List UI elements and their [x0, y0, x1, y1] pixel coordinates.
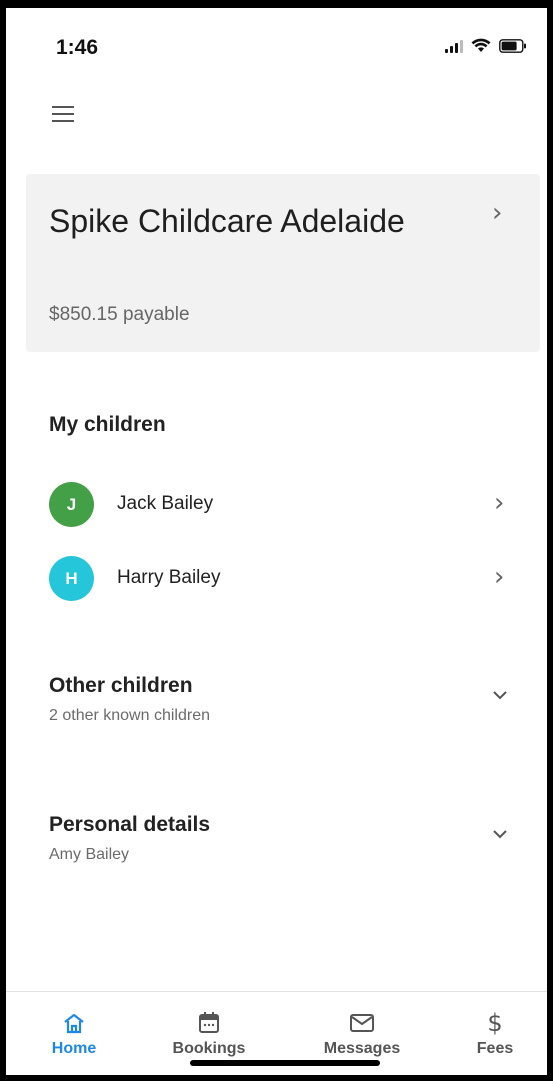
dollar-icon: $ [487, 1009, 503, 1037]
nav-label: Fees [476, 1040, 514, 1057]
centre-name: Spike Childcare Adelaide [49, 203, 405, 239]
other-children-section[interactable]: Other children 2 other known children [6, 672, 547, 742]
chevron-right-icon: › [494, 562, 505, 592]
nav-fees[interactable]: $ Fees [470, 992, 520, 1075]
personal-details-name: Amy Bailey [49, 846, 130, 863]
other-children-count: 2 other known children [49, 707, 210, 724]
calendar-icon [198, 1010, 220, 1036]
mail-icon [349, 1010, 375, 1036]
personal-details-section[interactable]: Personal details Amy Bailey [6, 811, 547, 881]
menu-button[interactable] [52, 104, 76, 124]
app-screen: 1:46 Spike Childcare Adelaide $850.15 pa [6, 8, 547, 1075]
status-icons [445, 38, 527, 53]
home-icon [62, 1010, 86, 1036]
battery-icon [499, 38, 526, 53]
payable-amount: $850.15 payable [49, 304, 190, 325]
personal-details-heading: Personal details [49, 813, 211, 836]
chevron-right-icon: › [494, 488, 505, 518]
wifi-icon [471, 38, 491, 52]
child-row-jack[interactable]: J Jack Bailey › [6, 482, 547, 542]
status-bar: 1:46 [6, 8, 547, 78]
avatar: J [49, 482, 94, 527]
nav-home[interactable]: Home [44, 992, 104, 1075]
other-children-heading: Other children [49, 674, 193, 697]
my-children-heading: My children [49, 413, 166, 436]
cellular-signal-icon [445, 39, 463, 53]
chevron-down-icon [493, 691, 507, 700]
nav-label: Messages [323, 1040, 401, 1057]
child-name: Harry Bailey [117, 567, 221, 588]
nav-label: Bookings [172, 1040, 246, 1057]
nav-label: Home [51, 1040, 97, 1057]
chevron-down-icon [493, 830, 507, 839]
child-row-harry[interactable]: H Harry Bailey › [6, 556, 547, 616]
centre-card[interactable]: Spike Childcare Adelaide $850.15 payable… [26, 174, 540, 352]
home-indicator [190, 1060, 380, 1066]
chevron-right-icon: › [492, 198, 503, 228]
child-name: Jack Bailey [117, 493, 214, 514]
avatar: H [49, 556, 94, 601]
status-time: 1:46 [56, 36, 99, 59]
